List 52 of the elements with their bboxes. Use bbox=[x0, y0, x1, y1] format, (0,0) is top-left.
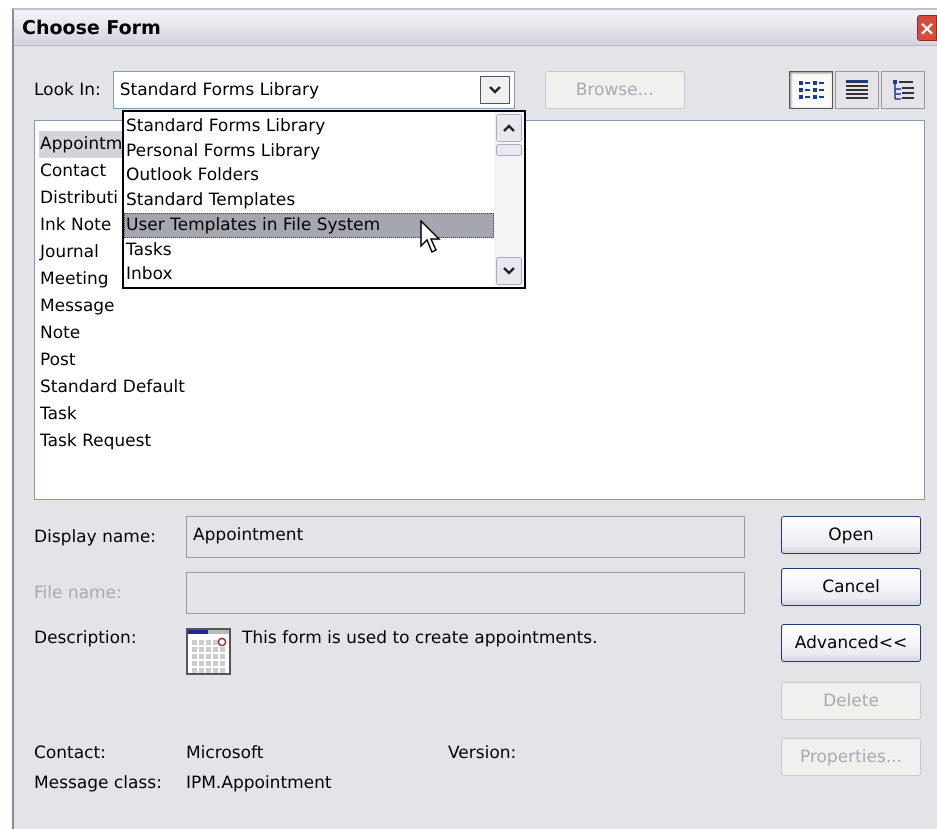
dropdown-value: Standard Forms Library bbox=[120, 80, 320, 100]
field-label: Display name: bbox=[34, 527, 156, 547]
form-list-item[interactable]: Task Request bbox=[39, 428, 156, 455]
calendar-icon bbox=[186, 628, 232, 676]
scroll-down-button[interactable] bbox=[496, 257, 522, 285]
look-in-dropdown[interactable]: Standard Forms Library bbox=[112, 71, 515, 109]
form-list-item[interactable]: Task bbox=[39, 401, 81, 428]
form-list-item[interactable]: Journal bbox=[39, 239, 103, 266]
dropdown-button[interactable] bbox=[480, 76, 510, 104]
info-label: Version: bbox=[448, 743, 516, 763]
info-value: Microsoft bbox=[186, 743, 264, 763]
text-field[interactable] bbox=[186, 572, 745, 614]
description-text: This form is used to create appointments. bbox=[242, 628, 598, 648]
text-field[interactable]: Appointment bbox=[186, 516, 745, 558]
close-button[interactable]: × bbox=[917, 14, 937, 40]
form-list-item[interactable]: Standard Default bbox=[39, 374, 189, 401]
view-button[interactable] bbox=[789, 71, 833, 109]
look-in-label: Look In: bbox=[34, 80, 101, 100]
view-button[interactable] bbox=[835, 71, 879, 109]
details-view-icon bbox=[843, 78, 871, 102]
dialog-button[interactable]: Open bbox=[781, 516, 921, 554]
form-list-item[interactable]: Ink Note bbox=[39, 212, 116, 239]
field-label: File name: bbox=[34, 583, 122, 603]
scrollbar[interactable] bbox=[494, 112, 524, 287]
dropdown-option[interactable]: Standard Forms Library bbox=[124, 114, 494, 139]
window-title: Choose Form bbox=[22, 16, 161, 38]
chevron-up-icon bbox=[502, 123, 516, 133]
list-view-icon bbox=[797, 78, 825, 102]
view-button[interactable] bbox=[881, 71, 925, 109]
dropdown-option[interactable]: Tasks bbox=[124, 238, 494, 262]
form-list-item[interactable]: Post bbox=[39, 347, 80, 374]
form-list-item[interactable]: Contact bbox=[39, 158, 110, 185]
chevron-down-icon bbox=[488, 85, 502, 95]
description-label: Description: bbox=[34, 628, 137, 648]
dialog-button[interactable]: Cancel bbox=[781, 568, 921, 606]
dropdown-option[interactable]: Personal Forms Library bbox=[124, 138, 494, 164]
scroll-up-button[interactable] bbox=[496, 114, 522, 142]
form-list-item[interactable]: Meeting bbox=[39, 266, 113, 293]
dropdown-option[interactable]: Outlook Folders bbox=[124, 163, 494, 188]
dropdown-option[interactable]: Standard Templates bbox=[124, 188, 494, 213]
info-label: Message class: bbox=[34, 773, 162, 793]
mouse-pointer-icon bbox=[420, 220, 444, 256]
dialog-button[interactable]: Advanced<< bbox=[781, 624, 921, 662]
form-list-item[interactable]: Distributi bbox=[39, 185, 122, 212]
dropdown-option[interactable]: User Templates in File System bbox=[124, 212, 494, 238]
dropdown-option[interactable]: Inbox bbox=[124, 262, 494, 288]
form-list-item[interactable]: Note bbox=[39, 320, 84, 347]
info-value: IPM.Appointment bbox=[186, 773, 332, 793]
chevron-down-icon bbox=[502, 266, 516, 276]
scroll-thumb[interactable] bbox=[496, 144, 522, 156]
info-label: Contact: bbox=[34, 743, 106, 763]
form-list-item[interactable]: Message bbox=[39, 293, 119, 320]
